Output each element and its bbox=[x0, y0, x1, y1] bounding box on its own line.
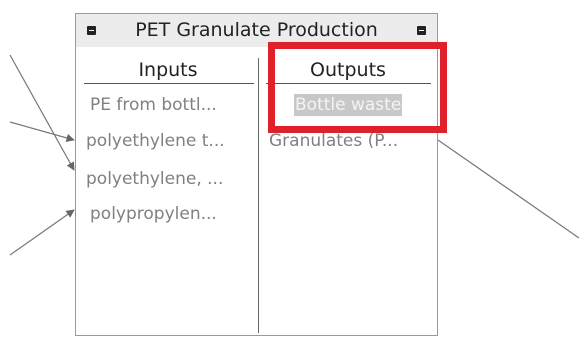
input-flow-item[interactable]: polyethylene t... bbox=[86, 130, 225, 152]
inputs-rule bbox=[84, 83, 254, 84]
collapse-icon[interactable] bbox=[87, 26, 96, 35]
connection-line-1[interactable] bbox=[9, 54, 75, 171]
input-flow-item[interactable]: PE from bottl... bbox=[90, 94, 217, 116]
output-flow-item[interactable]: Granulates (P... bbox=[269, 130, 398, 152]
inputs-header: Inputs bbox=[138, 59, 198, 81]
collapse-icon[interactable] bbox=[417, 26, 426, 35]
highlight-box bbox=[268, 42, 447, 133]
connection-line-out[interactable] bbox=[437, 139, 579, 239]
connection-line-2[interactable] bbox=[9, 121, 75, 142]
input-flow-item[interactable]: polypropylen... bbox=[90, 203, 217, 225]
input-flow-item[interactable]: polyethylene, ... bbox=[86, 168, 223, 190]
column-divider bbox=[258, 58, 259, 333]
node-title: PET Granulate Production bbox=[135, 19, 378, 41]
connection-line-3[interactable] bbox=[9, 209, 75, 256]
